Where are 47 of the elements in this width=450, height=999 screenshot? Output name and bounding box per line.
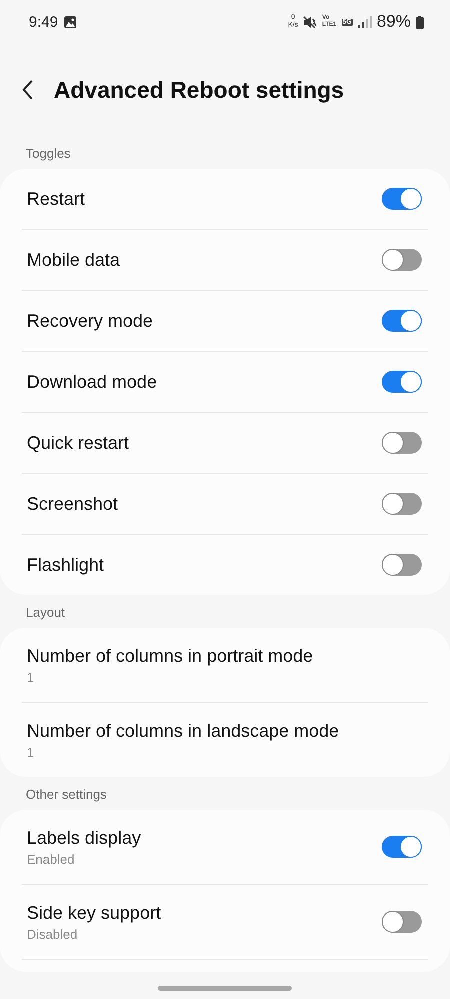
- toggle-switch[interactable]: [382, 249, 422, 271]
- settings-row[interactable]: Number of columns in portrait mode 1: [0, 628, 450, 702]
- toggle-switch[interactable]: [382, 836, 422, 858]
- toggle-switch[interactable]: [382, 493, 422, 515]
- mute-icon: [303, 16, 318, 28]
- row-title: Flashlight: [27, 554, 106, 576]
- back-icon[interactable]: [22, 80, 34, 100]
- signal-icon: [358, 16, 372, 28]
- settings-row[interactable]: Screenshot: [0, 474, 450, 534]
- row-title: Quick restart: [27, 432, 130, 454]
- row-summary: Disabled: [27, 926, 79, 942]
- settings-row[interactable]: Recovery mode: [0, 291, 450, 351]
- row-summary: 1: [27, 744, 36, 760]
- settings-row[interactable]: Download mode: [0, 352, 450, 412]
- settings-row[interactable]: Restart: [0, 169, 450, 229]
- home-indicator[interactable]: [158, 986, 292, 990]
- row-title: Screenshot: [27, 494, 120, 514]
- row-summary: Enabled: [27, 852, 76, 866]
- row-title: Number of columns in landscape mode: [27, 720, 340, 742]
- toggle-switch[interactable]: [382, 432, 422, 454]
- toggle-switch[interactable]: [382, 371, 422, 393]
- toggle-switch[interactable]: [382, 911, 422, 933]
- toggle-switch[interactable]: [382, 310, 422, 332]
- clock-time: 9:49: [29, 14, 58, 30]
- image-icon: [64, 16, 78, 28]
- settings-row[interactable]: Number of columns in landscape mode 1: [0, 703, 450, 777]
- settings-row[interactable]: Labels display Enabled: [0, 810, 450, 884]
- row-title: Recovery mode: [27, 310, 154, 332]
- section-header: Layout: [25, 604, 66, 622]
- row-title: Mobile data: [27, 250, 122, 270]
- battery-percent: 89%: [376, 12, 411, 32]
- settings-row[interactable]: Side key support Disabled: [0, 885, 450, 959]
- battery-icon: [416, 16, 424, 28]
- section-header: Toggles: [25, 145, 72, 163]
- row-title: Restart: [27, 188, 86, 210]
- row-summary: 1: [27, 670, 36, 684]
- toggle-switch[interactable]: [382, 188, 422, 210]
- settings-row[interactable]: Flashlight: [0, 535, 450, 595]
- settings-row[interactable]: Quick restart: [0, 413, 450, 473]
- settings-row[interactable]: Mobile data: [0, 230, 450, 290]
- toggle-switch[interactable]: [382, 554, 422, 576]
- row-title: Side key support: [27, 902, 162, 924]
- section-header: Other settings: [25, 786, 108, 804]
- row-title: Labels display: [27, 828, 142, 848]
- row-title: Number of columns in portrait mode: [27, 646, 314, 666]
- page-title: Advanced Reboot settings: [54, 76, 344, 104]
- row-title: Download mode: [27, 372, 158, 392]
